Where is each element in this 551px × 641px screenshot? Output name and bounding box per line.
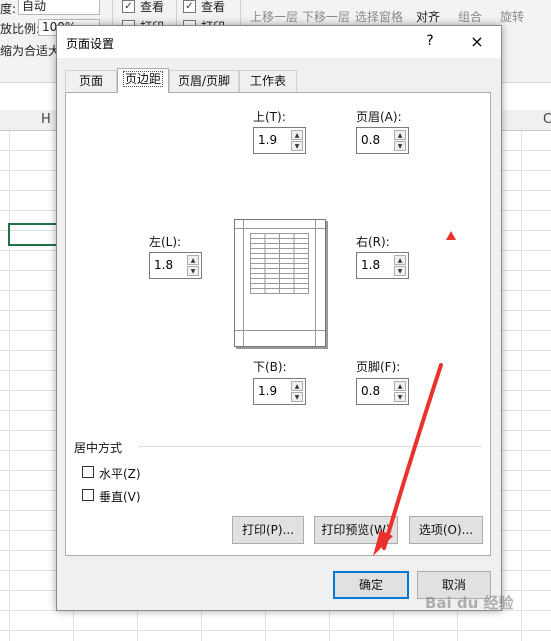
width-label: 度: (0, 2, 17, 16)
right-margin-label: 右(R): (356, 235, 390, 249)
left-margin-spinner[interactable]: 1.8 ▲ ▼ (149, 252, 202, 279)
top-margin-label: 上(T): (253, 110, 286, 124)
watermark: Bai du 经验 (425, 594, 514, 612)
center-horizontal-label[interactable]: 水平(Z) (99, 465, 141, 482)
dialog-titlebar: 页面设置 ? × (57, 26, 501, 58)
preview-table (250, 233, 309, 294)
spin-down-icon[interactable]: ▼ (291, 141, 303, 151)
headings-view-label: 查看 (201, 0, 226, 14)
selection-pane-button[interactable]: 选择窗格 (355, 8, 403, 25)
spin-down-icon[interactable]: ▼ (394, 141, 406, 151)
bottom-margin-spinner[interactable]: 1.9 ▲ ▼ (253, 378, 306, 405)
right-margin-value[interactable]: 1.8 (361, 258, 380, 272)
preview-margin-line (243, 220, 244, 346)
column-header-h[interactable]: H (41, 112, 51, 127)
spin-up-icon[interactable]: ▲ (291, 381, 303, 391)
center-horizontal-checkbox[interactable] (82, 466, 94, 478)
send-backward-button[interactable]: 下移一层 (302, 8, 350, 25)
bottom-margin-value[interactable]: 1.9 (258, 384, 277, 398)
top-margin-value[interactable]: 1.9 (258, 133, 277, 147)
footer-margin-label: 页脚(F): (356, 360, 401, 374)
width-select[interactable]: 自动 (18, 0, 100, 15)
spin-down-icon[interactable]: ▼ (291, 392, 303, 402)
spin-up-icon[interactable]: ▲ (291, 130, 303, 140)
page-preview (234, 219, 326, 347)
column-header-c[interactable]: C (543, 112, 551, 127)
tab-margins[interactable]: 页边距 (117, 68, 169, 93)
red-triangle-marker-icon (446, 231, 456, 240)
left-margin-value[interactable]: 1.8 (154, 258, 173, 272)
spin-up-icon[interactable]: ▲ (394, 255, 406, 265)
dialog-title: 页面设置 (66, 37, 115, 51)
footer-margin-spinner[interactable]: 0.8 ▲ ▼ (356, 378, 409, 405)
print-preview-button[interactable]: 打印预览(W) (314, 516, 398, 544)
center-vertical-checkbox[interactable] (82, 489, 94, 501)
rotate-button[interactable]: 旋转 (500, 8, 524, 25)
left-margin-label: 左(L): (149, 235, 182, 249)
tab-page[interactable]: 页面 (65, 70, 117, 92)
spin-down-icon[interactable]: ▼ (394, 392, 406, 402)
spin-down-icon[interactable]: ▼ (187, 266, 199, 276)
bring-forward-button[interactable]: 上移一层 (250, 8, 298, 25)
scale-label: 放比例: (0, 22, 41, 36)
gridlines-view-checkbox[interactable]: ✓ (122, 0, 135, 13)
spin-up-icon[interactable]: ▲ (394, 381, 406, 391)
header-margin-spinner[interactable]: 0.8 ▲ ▼ (356, 127, 409, 154)
gridlines-view-label: 查看 (140, 0, 165, 14)
align-button[interactable]: 对齐 (416, 8, 440, 25)
group-button[interactable]: 组合 (458, 8, 482, 25)
spin-down-icon[interactable]: ▼ (394, 266, 406, 276)
preview-margin-line (235, 330, 325, 331)
right-margin-spinner[interactable]: 1.8 ▲ ▼ (356, 252, 409, 279)
tab-sheet[interactable]: 工作表 (239, 70, 297, 92)
header-margin-label: 页眉(A): (356, 110, 402, 124)
divider (138, 446, 482, 447)
close-icon[interactable]: × (469, 32, 485, 51)
headings-view-checkbox[interactable]: ✓ (183, 0, 196, 13)
spin-up-icon[interactable]: ▲ (394, 130, 406, 140)
page-setup-dialog: 页面设置 ? × 页面 页边距 页眉/页脚 工作表 上(T): 1.9 ▲ ▼ … (56, 25, 502, 611)
tab-header-footer[interactable]: 页眉/页脚 (169, 70, 239, 92)
footer-margin-value[interactable]: 0.8 (361, 384, 380, 398)
spin-up-icon[interactable]: ▲ (187, 255, 199, 265)
help-icon[interactable]: ? (423, 33, 437, 49)
print-button[interactable]: 打印(P)... (232, 516, 304, 544)
margins-panel: 上(T): 1.9 ▲ ▼ 页眉(A): 0.8 ▲ ▼ 左(L): 1.8 ▲… (65, 92, 491, 556)
ok-button[interactable]: 确定 (333, 571, 409, 599)
options-button[interactable]: 选项(O)... (409, 516, 483, 544)
center-on-page-title: 居中方式 (74, 441, 123, 455)
preview-margin-line (315, 220, 316, 346)
center-vertical-label[interactable]: 垂直(V) (99, 488, 141, 505)
bottom-margin-label: 下(B): (253, 360, 287, 374)
top-margin-spinner[interactable]: 1.9 ▲ ▼ (253, 127, 306, 154)
preview-margin-line (235, 228, 325, 229)
header-margin-value[interactable]: 0.8 (361, 133, 380, 147)
